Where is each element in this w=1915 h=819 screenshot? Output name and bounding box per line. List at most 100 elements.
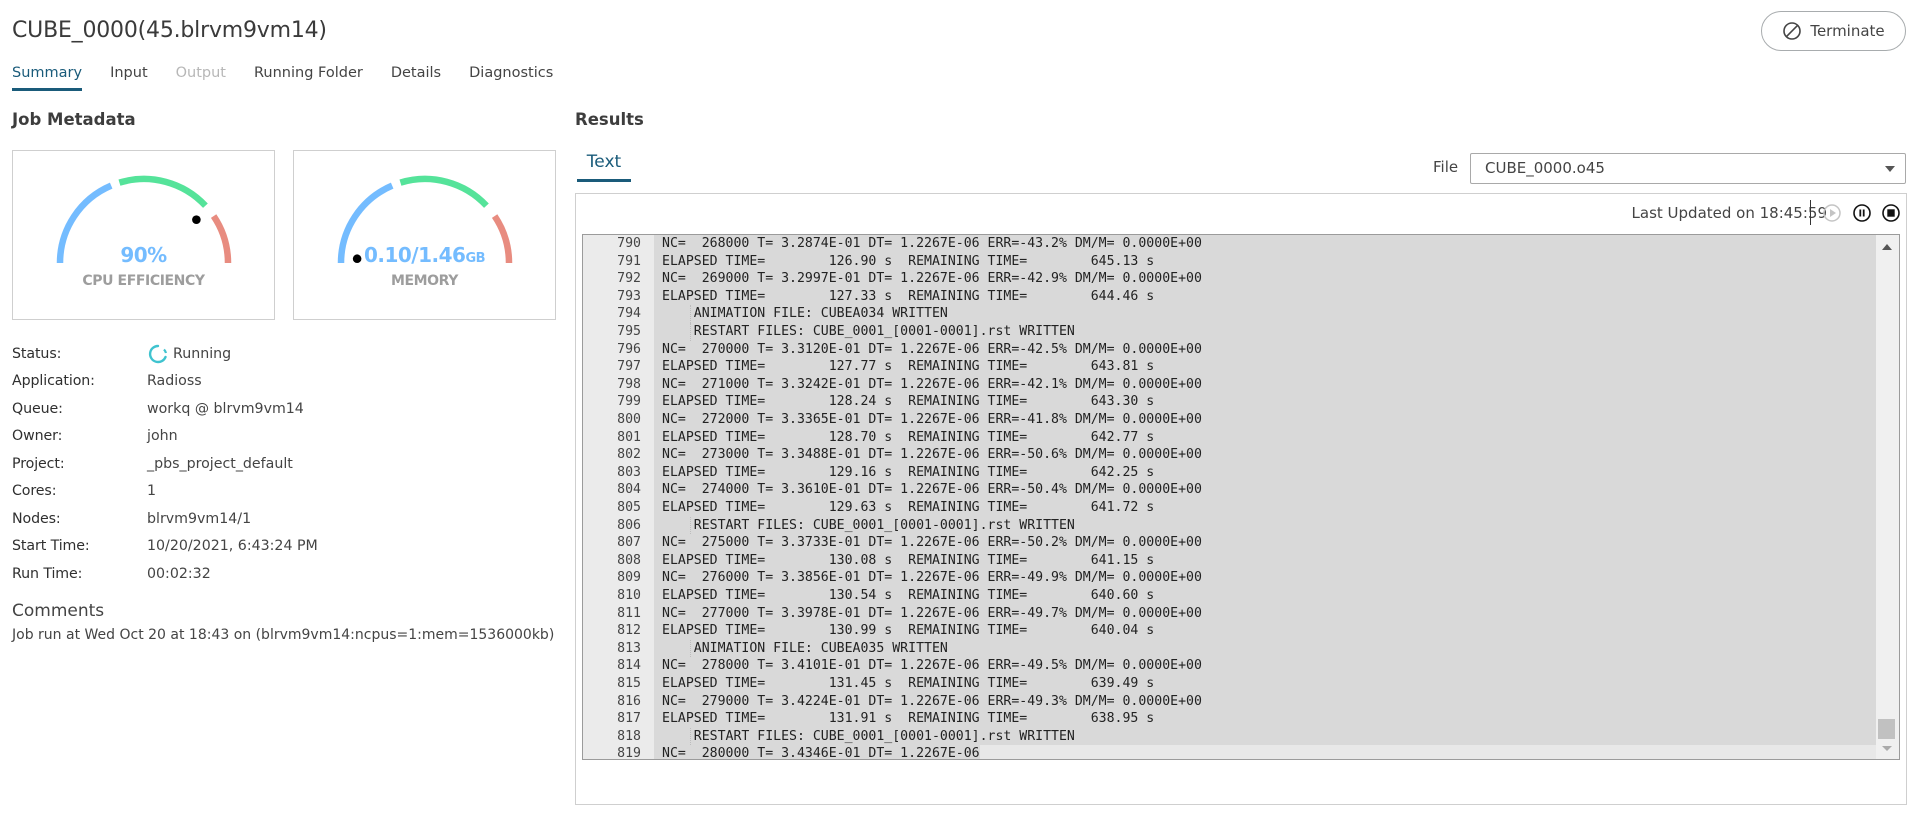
log-line: 794 ANIMATION FILE: CUBEA034 WRITTEN [617,305,1878,323]
line-number: 808 [617,552,641,568]
indent-guide [690,323,691,341]
stop-icon[interactable] [1881,203,1901,223]
file-select[interactable]: CUBE_0000.o45 [1470,153,1906,184]
gauge-value: 90% [120,243,167,267]
gauge-arc [337,175,513,264]
line-number: 802 [617,447,641,463]
log-line: 793 ELAPSED TIME= 127.33 s REMAINING TIME… [617,287,1878,306]
meta-value: _pbs_project_default [147,455,293,472]
log-line-text: RESTART FILES: CUBE_0001_[0001-0001].rst… [654,323,1878,341]
meta-label: Nodes: [12,510,61,527]
play-icon[interactable] [1822,203,1842,223]
line-number: 807 [617,535,641,551]
log-line: 795 RESTART FILES: CUBE_0001_[0001-0001]… [617,323,1878,341]
log-line: 814 NC= 278000 T= 3.4101E-01 DT= 1.2267E-… [617,657,1878,675]
gauge-needle-dot [192,215,201,224]
log-line: 796 NC= 270000 T= 3.3120E-01 DT= 1.2267E-… [617,340,1878,359]
status-badge: Running [147,343,231,365]
line-number: 810 [617,588,641,603]
pause-icon[interactable] [1852,203,1872,223]
log-line: 819 NC= 280000 T= 3.4346E-01 DT= 1.2267E-… [617,745,1878,759]
spinner-icon [148,344,168,363]
log-line-text: NC= 278000 T= 3.4101E-01 DT= 1.2267E-06 … [654,657,1878,675]
line-number: 814 [617,658,641,674]
log-line: 798 NC= 271000 T= 3.3242E-01 DT= 1.2267E-… [617,375,1878,394]
tab-summary[interactable]: Summary [12,62,83,92]
results-heading: Results [575,110,644,129]
log-line: 818 RESTART FILES: CUBE_0001_[0001-0001]… [617,727,1878,746]
log-line: 807 NC= 275000 T= 3.3733E-01 DT= 1.2267E-… [617,534,1878,552]
log-line: 803 ELAPSED TIME= 129.16 s REMAINING TIME… [617,463,1878,482]
log-text-area[interactable]: 790 NC= 268000 T= 3.2874E-01 DT= 1.2267E-… [617,235,1878,759]
scrollbar-thumb[interactable] [1878,719,1895,739]
line-number: 817 [617,711,641,727]
log-line: 791 ELAPSED TIME= 126.90 s REMAINING TIME… [617,252,1878,271]
log-line: 808 ELAPSED TIME= 130.08 s REMAINING TIME… [617,551,1878,570]
line-number: 790 [617,236,641,251]
gauge-label: MEMORY [390,273,459,289]
log-line-text: ELAPSED TIME= 131.45 s REMAINING TIME= 6… [654,675,1878,693]
indent-guide [690,516,691,535]
log-line-text: ELAPSED TIME= 130.08 s REMAINING TIME= 6… [654,551,1878,570]
log-viewer[interactable]: 790 NC= 268000 T= 3.2874E-01 DT= 1.2267E-… [582,234,1900,760]
last-updated-text: Last Updated on 18:45:59 [1631,204,1827,222]
gauge-label: CPU EFFICIENCY [82,273,205,289]
line-number: 804 [617,482,641,498]
line-number: 805 [617,500,641,515]
meta-label: Owner: [12,428,63,445]
log-line-text: RESTART FILES: CUBE_0001_[0001-0001].rst… [654,727,1878,746]
scroll-down-arrow-icon[interactable] [1882,746,1892,751]
indent-guide [690,727,691,746]
gauge-segment-mid [118,175,208,208]
log-line: 802 NC= 273000 T= 3.3488E-01 DT= 1.2267E-… [617,446,1878,464]
line-number: 794 [617,306,641,322]
log-line: 801 ELAPSED TIME= 128.70 s REMAINING TIME… [617,428,1878,447]
meta-value: workq @ blrvm9vm14 [147,400,304,417]
meta-label: Queue: [12,400,63,417]
log-line: 805 ELAPSED TIME= 129.63 s REMAINING TIME… [617,499,1878,517]
meta-value: john [147,428,178,445]
log-line-text: ANIMATION FILE: CUBEA035 WRITTEN [654,639,1878,658]
log-line-text: ELAPSED TIME= 127.33 s REMAINING TIME= 6… [654,287,1878,306]
comments-heading: Comments [12,601,105,621]
line-number: 791 [617,253,641,269]
line-number: 806 [617,517,641,533]
log-line: 815 ELAPSED TIME= 131.45 s REMAINING TIME… [617,675,1878,693]
log-line: 800 NC= 272000 T= 3.3365E-01 DT= 1.2267E-… [617,411,1878,429]
line-number: 799 [617,394,641,410]
cpu-efficiency-gauge: 90% CPU EFFICIENCY [12,150,275,320]
meta-row-start-time: Start Time: 10/20/2021, 6:43:24 PM [12,533,318,561]
vertical-scrollbar[interactable] [1876,235,1899,759]
meta-row-project: Project: _pbs_project_default [12,450,318,478]
log-line: 790 NC= 268000 T= 3.2874E-01 DT= 1.2267E-… [617,235,1878,253]
meta-label: Run Time: [12,565,83,582]
terminate-button[interactable]: Terminate [1761,11,1906,51]
log-line: 797 ELAPSED TIME= 127.77 s REMAINING TIME… [617,358,1878,376]
tab-diagnostics[interactable]: Diagnostics [469,62,553,92]
line-number: 819 [617,746,641,760]
log-line: 812 ELAPSED TIME= 130.99 s REMAINING TIME… [617,622,1878,640]
indent-guide [690,305,691,323]
line-number: 797 [617,359,641,375]
meta-row-queue: Queue: workq @ blrvm9vm14 [12,395,318,423]
meta-row-cores: Cores: 1 [12,478,318,506]
gauge-segment-mid [399,175,489,208]
line-number: 818 [617,728,641,744]
line-number: 793 [617,288,641,304]
log-line-text: NC= 275000 T= 3.3733E-01 DT= 1.2267E-06 … [654,534,1878,552]
tab-details[interactable]: Details [391,62,441,92]
gauge-arc [56,175,232,264]
line-number: 815 [617,676,641,691]
tab-input[interactable]: Input [110,62,148,92]
tab-running-folder[interactable]: Running Folder [254,62,363,92]
line-number: 798 [617,376,641,392]
log-line: 809 NC= 276000 T= 3.3856E-01 DT= 1.2267E-… [617,569,1878,587]
scroll-up-arrow-icon[interactable] [1882,244,1892,250]
meta-row-nodes: Nodes: blrvm9vm14/1 [12,505,318,533]
line-number: 800 [617,412,641,427]
log-line-text: NC= 271000 T= 3.3242E-01 DT= 1.2267E-06 … [654,375,1878,394]
tab-text-view[interactable]: Text [577,152,631,182]
log-line-text: ELAPSED TIME= 128.70 s REMAINING TIME= 6… [654,428,1878,447]
log-line-text: NC= 274000 T= 3.3610E-01 DT= 1.2267E-06 … [654,481,1878,499]
log-line-text: NC= 276000 T= 3.3856E-01 DT= 1.2267E-06 … [654,569,1878,587]
